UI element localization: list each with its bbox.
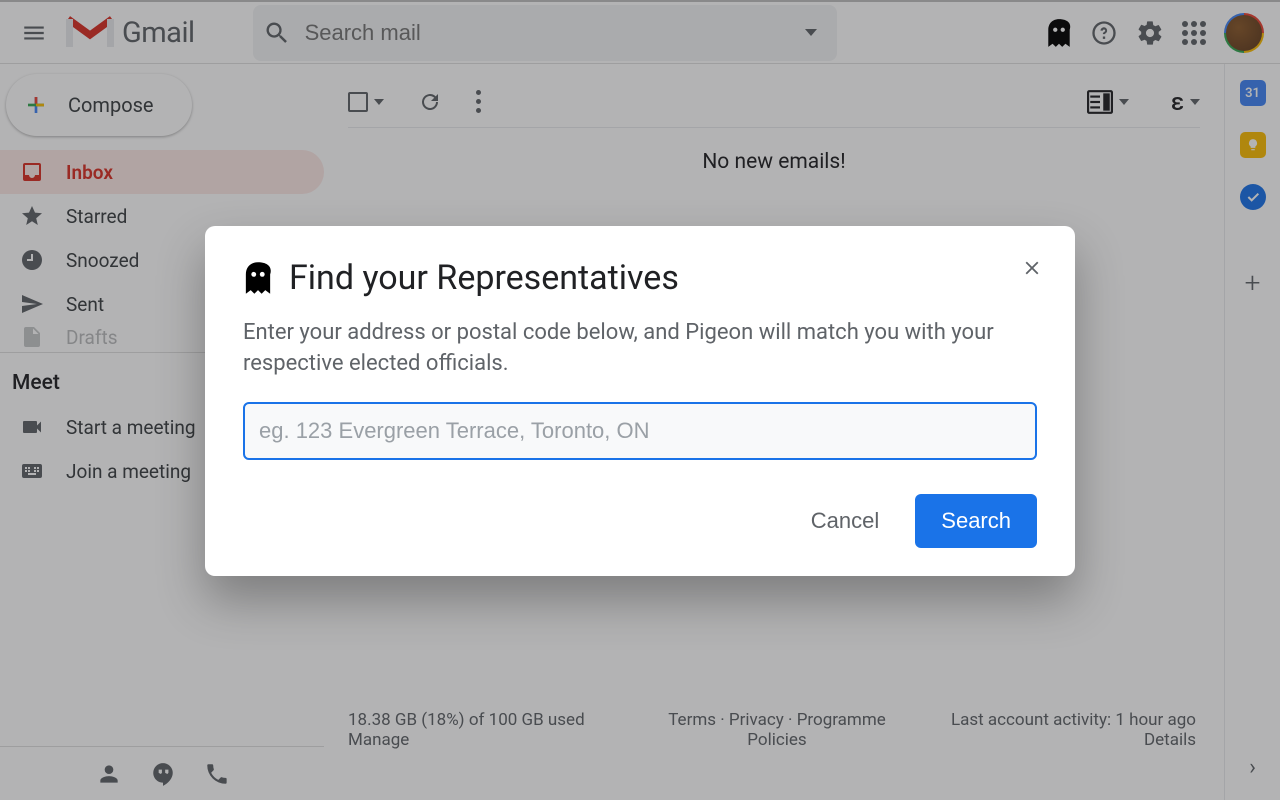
- find-representatives-dialog: Find your Representatives Enter your add…: [205, 226, 1075, 576]
- search-button[interactable]: Search: [915, 494, 1037, 548]
- close-icon: [1021, 257, 1043, 279]
- dialog-close-button[interactable]: [1021, 256, 1043, 284]
- cancel-button[interactable]: Cancel: [803, 498, 887, 544]
- dialog-description: Enter your address or postal code below,…: [243, 318, 1037, 380]
- pigeon-ghost-icon: [243, 261, 273, 295]
- dialog-title: Find your Representatives: [289, 258, 679, 298]
- address-input[interactable]: [243, 402, 1037, 460]
- modal-scrim[interactable]: Find your Representatives Enter your add…: [0, 0, 1280, 800]
